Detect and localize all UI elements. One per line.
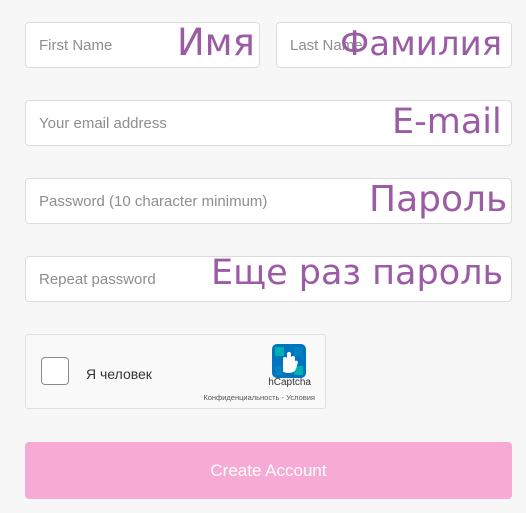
email-field[interactable] bbox=[25, 100, 512, 146]
repeat-password-field[interactable] bbox=[25, 256, 512, 302]
hcaptcha-hand-icon bbox=[272, 344, 306, 378]
captcha-label: Я человек bbox=[86, 366, 152, 382]
captcha-checkbox[interactable] bbox=[41, 357, 69, 385]
hcaptcha-brand: hCaptcha bbox=[268, 377, 311, 388]
email-input[interactable] bbox=[26, 101, 511, 145]
first-name-input[interactable] bbox=[26, 23, 259, 67]
first-name-field[interactable] bbox=[25, 22, 260, 68]
hcaptcha-widget: Я человек hCaptcha Конфиденциальность - … bbox=[25, 334, 326, 409]
password-input[interactable] bbox=[26, 179, 511, 223]
terms-link[interactable]: Условия bbox=[286, 393, 315, 402]
privacy-link[interactable]: Конфиденциальность bbox=[203, 393, 279, 402]
captcha-links: Конфиденциальность - Условия bbox=[203, 393, 315, 402]
repeat-password-input[interactable] bbox=[26, 257, 511, 301]
password-field[interactable] bbox=[25, 178, 512, 224]
last-name-input[interactable] bbox=[277, 23, 511, 67]
create-account-button[interactable]: Create Account bbox=[25, 442, 512, 499]
last-name-field[interactable] bbox=[276, 22, 512, 68]
